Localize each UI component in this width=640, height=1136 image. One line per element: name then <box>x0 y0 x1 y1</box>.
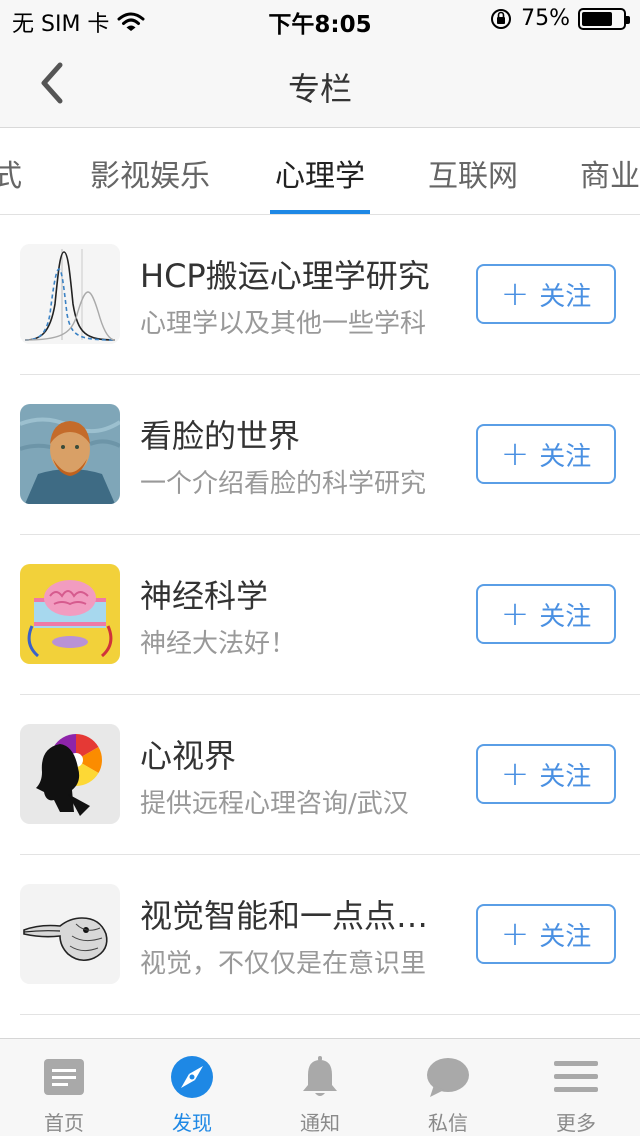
battery-percent: 75% <box>521 6 570 31</box>
tab-messages-label: 私信 <box>428 1111 468 1135</box>
tab-more[interactable]: 更多 <box>512 1039 640 1136</box>
column-description: 视觉，不仅仅是在意识里 <box>140 949 427 979</box>
status-bar: 无 SIM 卡 下午8:05 75% <box>0 0 640 40</box>
column-avatar <box>20 244 120 344</box>
list-item[interactable]: 视觉智能和一点点意识 视觉，不仅仅是在意识里 + 关注 <box>0 855 640 1015</box>
tab-notifications-label: 通知 <box>300 1111 340 1135</box>
follow-label: 关注 <box>539 281 592 312</box>
follow-button[interactable]: + 关注 <box>476 424 616 484</box>
follow-button[interactable]: + 关注 <box>476 264 616 324</box>
tab-psychology[interactable]: 心理学 <box>275 151 365 195</box>
color-wheel-head-icon <box>20 724 120 824</box>
plus-icon: + <box>500 274 530 314</box>
column-avatar <box>20 404 120 504</box>
column-title: 神经科学 <box>140 577 269 615</box>
list-item[interactable]: 看脸的世界 一个介绍看脸的科学研究 + 关注 <box>0 375 640 535</box>
distribution-curves-icon <box>20 244 120 344</box>
duck-rabbit-icon <box>20 884 120 984</box>
follow-button[interactable]: + 关注 <box>476 584 616 644</box>
compass-icon <box>171 1056 213 1098</box>
tab-notifications[interactable]: 通知 <box>256 1039 384 1136</box>
tab-home-label: 首页 <box>44 1111 84 1135</box>
van-gogh-portrait-icon <box>20 404 120 504</box>
column-title: 心视界 <box>140 737 237 775</box>
follow-label: 关注 <box>539 761 592 792</box>
plus-icon: + <box>500 594 530 634</box>
home-icon <box>44 1059 84 1095</box>
list-item[interactable]: 神经科学 神经大法好！ + 关注 <box>0 535 640 695</box>
column-title: HCP搬运心理学研究 <box>140 257 430 295</box>
divider <box>20 1014 640 1015</box>
status-right: 75% <box>489 6 630 31</box>
bottom-tab-bar: 首页 发现 通知 私信 更多 <box>0 1038 640 1136</box>
category-tabs: 式 影视娱乐 心理学 互联网 商业 <box>0 129 640 215</box>
plus-icon: + <box>500 914 530 954</box>
column-avatar <box>20 564 120 664</box>
tab-discover-label: 发现 <box>172 1111 212 1135</box>
list-item[interactable]: 心视界 提供远程心理咨询/武汉 + 关注 <box>0 695 640 855</box>
brain-icon <box>20 564 120 664</box>
chat-bubble-icon <box>427 1058 469 1097</box>
column-description: 一个介绍看脸的科学研究 <box>140 469 427 499</box>
tab-business[interactable]: 商业 <box>580 151 640 195</box>
tab-internet[interactable]: 互联网 <box>428 151 518 195</box>
column-description: 神经大法好！ <box>140 629 297 659</box>
column-title: 看脸的世界 <box>140 417 301 455</box>
battery-icon <box>578 7 630 30</box>
column-avatar <box>20 724 120 824</box>
active-tab-indicator <box>270 210 370 214</box>
tab-more-label: 更多 <box>556 1111 596 1135</box>
bell-icon <box>303 1056 337 1096</box>
column-title: 视觉智能和一点点意识 <box>140 897 456 935</box>
battery-level <box>582 11 612 26</box>
list-item[interactable]: HCP搬运心理学研究 心理学以及其他一些学科 + 关注 <box>0 215 640 375</box>
tab-home[interactable]: 首页 <box>0 1039 128 1136</box>
plus-icon: + <box>500 434 530 474</box>
column-list: HCP搬运心理学研究 心理学以及其他一些学科 + 关注 看脸的世界 一个介绍看脸 <box>0 215 640 1038</box>
follow-label: 关注 <box>539 921 592 952</box>
menu-icon <box>554 1061 598 1092</box>
follow-label: 关注 <box>539 601 592 632</box>
column-description: 提供远程心理咨询/武汉 <box>140 789 409 819</box>
navigation-bar: 专栏 <box>0 40 640 128</box>
plus-icon: + <box>500 754 530 794</box>
tab-prev[interactable]: 式 <box>0 151 22 195</box>
page-title: 专栏 <box>287 70 352 108</box>
tab-discover[interactable]: 发现 <box>128 1039 256 1136</box>
tab-film-entertainment[interactable]: 影视娱乐 <box>90 151 210 195</box>
column-description: 心理学以及其他一些学科 <box>140 309 427 339</box>
column-avatar <box>20 884 120 984</box>
follow-button[interactable]: + 关注 <box>476 904 616 964</box>
tab-messages[interactable]: 私信 <box>384 1039 512 1136</box>
battery-tip <box>626 15 630 24</box>
follow-button[interactable]: + 关注 <box>476 744 616 804</box>
follow-label: 关注 <box>539 441 592 472</box>
orientation-lock-icon <box>491 8 512 29</box>
